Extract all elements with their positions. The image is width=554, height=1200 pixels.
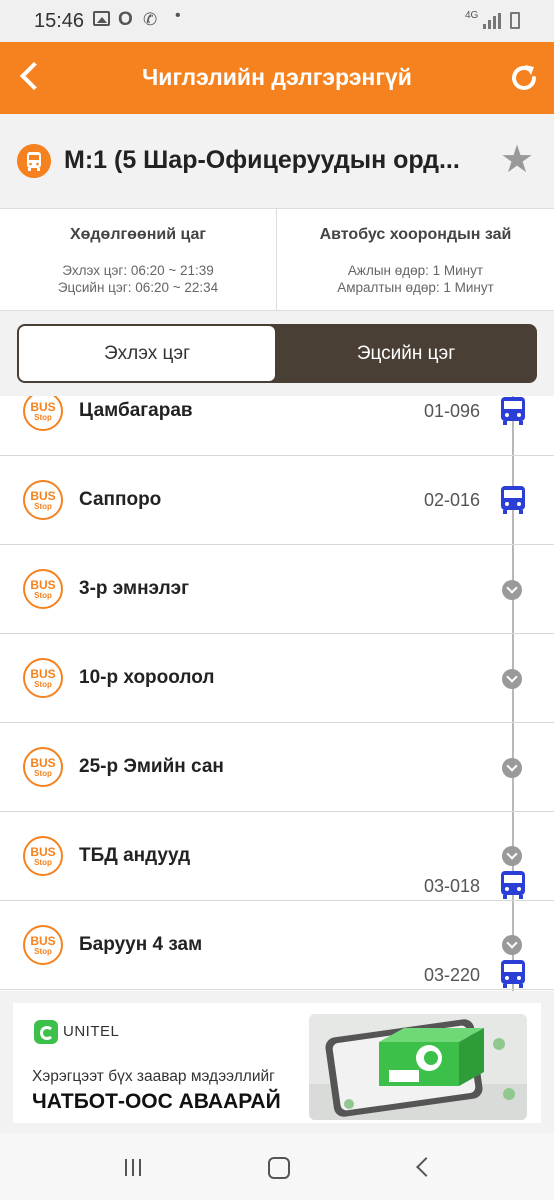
back-icon[interactable] <box>403 1151 443 1183</box>
list-item[interactable]: BUS Stop 3-р эмнэлэг <box>0 545 554 634</box>
status-time: 15:46 <box>34 10 85 32</box>
bus-interval-title: Автобус хоорондын зай <box>319 226 512 243</box>
bus-stop-icon: BUS Stop <box>23 747 63 787</box>
bus-code: 03-220 <box>424 965 481 985</box>
app-header: Чиглэлийн дэлгэрэнгүй <box>0 42 554 114</box>
route-info: Хөдөлгөөний цаг Эхлэх цэг: 06:20 ~ 21:39… <box>0 208 554 311</box>
chevron-down-icon <box>502 580 522 600</box>
bus-stop-icon: BUS Stop <box>23 569 63 609</box>
stop-list[interactable]: BUS Stop Цамбагарав 01-096 BUS Stop Саппор… <box>0 396 554 991</box>
bus-marker-icon <box>501 960 525 988</box>
system-nav-bar <box>0 1133 554 1200</box>
list-item[interactable]: BUS Stop 25-р Эмийн сан <box>0 723 554 812</box>
stop-name: 25-р Эмийн сан <box>79 756 224 777</box>
route-name: М:1 (5 Шар-Офицеруудын орд... <box>64 146 460 174</box>
bus-icon <box>17 144 51 178</box>
ad-banner[interactable]: UNITEL Хэрэгцээт бүх заавар мэдээллийг Ч… <box>0 991 554 1133</box>
ad-headline: ЧАТБОТ-ООС АВААРАЙ <box>32 1090 281 1113</box>
list-item[interactable]: BUS Stop Саппоро 02-016 <box>0 456 554 545</box>
bus-stop-icon: BUS Stop <box>23 480 63 520</box>
refresh-icon[interactable] <box>508 62 540 94</box>
image-icon <box>93 11 110 26</box>
operating-hours-title: Хөдөлгөөний цаг <box>69 226 207 243</box>
ad-text: Хэрэгцээт бүх заавар мэдээллийг <box>32 1068 275 1085</box>
ad-image <box>309 1014 527 1120</box>
bus-stop-icon: BUS Stop <box>23 658 63 698</box>
back-arrow-icon[interactable] <box>14 56 54 100</box>
bus-stop-icon: BUS Stop <box>23 836 63 876</box>
list-item[interactable]: BUS Stop Баруун 4 зам 03-220 <box>0 901 554 990</box>
chevron-down-icon <box>502 669 522 689</box>
signal-icon <box>483 13 501 29</box>
stop-name: 3-р эмнэлэг <box>79 578 190 599</box>
bus-marker-icon <box>501 871 525 899</box>
chevron-down-icon <box>502 758 522 778</box>
bus-marker-icon <box>501 397 525 425</box>
battery-icon <box>510 12 520 29</box>
list-item[interactable]: BUS Stop 10-р хороолол <box>0 634 554 723</box>
star-icon[interactable]: ★ <box>497 140 537 180</box>
end-stop-hours: Эцсийн цэг: 06:20 ~ 22:34 <box>57 280 219 295</box>
stop-name: Баруун 4 зам <box>79 934 203 955</box>
unitel-logo-icon <box>34 1020 58 1044</box>
bus-interval-box: Автобус хоорондын зай Ажлын өдөр: 1 Мину… <box>277 209 554 310</box>
status-bar: 15:46 O ✆ • 4G <box>0 0 554 42</box>
stop-name: 10-р хороолол <box>79 667 215 688</box>
dot-icon: • <box>175 7 181 24</box>
list-item[interactable]: BUS Stop Цамбагарав 01-096 <box>0 396 554 456</box>
chevron-down-icon <box>502 935 522 955</box>
bus-stop-icon: BUS Stop <box>23 925 63 965</box>
ad-card[interactable]: UNITEL Хэрэгцээт бүх заавар мэдээллийг Ч… <box>13 1003 541 1123</box>
bus-stop-icon: BUS Stop <box>23 396 63 431</box>
missed-call-icon: ✆ <box>143 10 158 29</box>
ad-brand: UNITEL <box>63 1023 120 1040</box>
stop-name: Саппоро <box>79 489 162 510</box>
operating-hours-box: Хөдөлгөөний цаг Эхлэх цэг: 06:20 ~ 21:39… <box>0 209 277 310</box>
list-item[interactable]: BUS Stop ТБД андууд 03-018 <box>0 812 554 901</box>
direction-toggle: Эхлэх цэг Эцсийн цэг <box>17 324 537 383</box>
recent-apps-icon[interactable] <box>113 1151 153 1183</box>
chevron-down-icon <box>502 846 522 866</box>
stop-name: Цамбагарав <box>79 400 193 421</box>
stop-name: ТБД андууд <box>79 845 191 866</box>
start-stop-hours: Эхлэх цэг: 06:20 ~ 21:39 <box>62 263 214 278</box>
weekend-interval: Амралтын өдөр: 1 Минут <box>337 280 494 295</box>
bus-code: 01-096 <box>424 401 481 421</box>
page-title: Чиглэлийн дэлгэрэнгүй <box>142 64 412 90</box>
network-type: 4G <box>465 10 479 21</box>
opera-icon: O <box>118 9 133 30</box>
bus-marker-icon <box>501 486 525 514</box>
direction-selector: Эхлэх цэг Эцсийн цэг <box>0 311 554 396</box>
bus-code: 02-016 <box>424 490 481 510</box>
tab-start-stop[interactable]: Эхлэх цэг <box>19 326 275 381</box>
home-icon[interactable] <box>258 1151 298 1183</box>
weekday-interval: Ажлын өдөр: 1 Минут <box>347 263 484 278</box>
bus-code: 03-018 <box>424 876 481 896</box>
route-header: М:1 (5 Шар-Офицеруудын орд... ★ <box>0 114 554 208</box>
tab-end-stop[interactable]: Эцсийн цэг <box>277 326 535 381</box>
